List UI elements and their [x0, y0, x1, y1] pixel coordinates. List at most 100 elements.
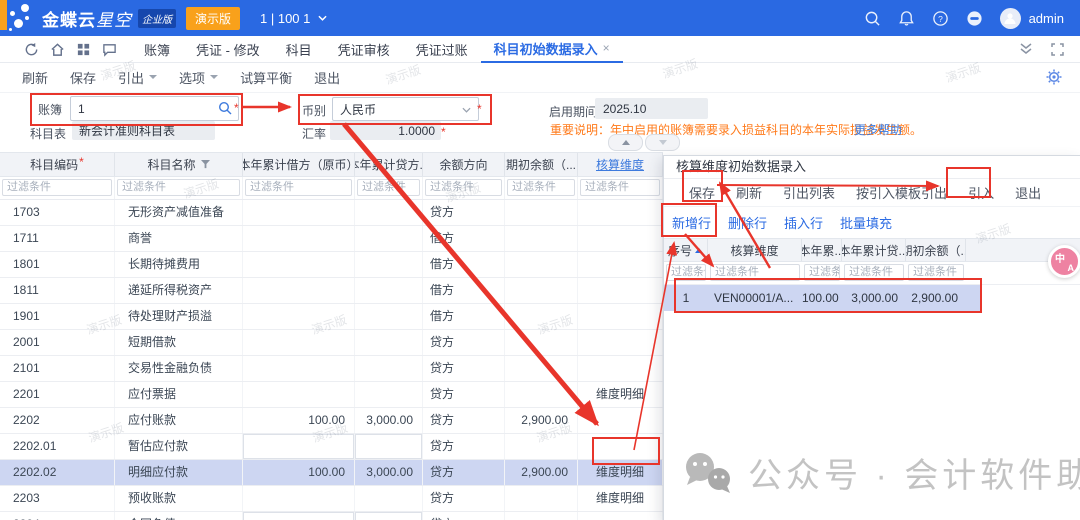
filter-cell[interactable]: 过滤条件	[906, 262, 966, 284]
sync-icon[interactable]	[24, 42, 39, 57]
cell-ytd-debit[interactable]	[243, 330, 355, 355]
cell-account-name[interactable]: 待处理财产损溢	[115, 304, 243, 329]
batch-fill-button[interactable]: 批量填充	[840, 213, 892, 232]
cell-account-name[interactable]: 长期待摊费用	[115, 252, 243, 277]
table-row[interactable]: 1703 无形资产减值准备 贷方	[0, 200, 663, 226]
cell-balance-direction[interactable]: 贷方	[423, 330, 505, 355]
cell-ytd-debit[interactable]: 100.00	[243, 408, 355, 433]
cell-ytd-debit[interactable]	[243, 512, 355, 520]
cell-ytd-debit[interactable]	[243, 304, 355, 329]
cell-opening-balance[interactable]	[505, 226, 578, 251]
cell-account-code[interactable]: 2001	[0, 330, 115, 355]
cell-ytd-debit[interactable]: 100.00	[802, 285, 842, 311]
panel-refresh-button[interactable]: 刷新	[736, 183, 762, 202]
cell-ytd-credit[interactable]	[355, 434, 423, 459]
cell-account-name[interactable]: 应付票据	[115, 382, 243, 407]
gear-icon[interactable]	[1046, 69, 1062, 85]
cell-balance-direction[interactable]: 借方	[423, 226, 505, 251]
table-row[interactable]: 2202.01 暂估应付款 贷方	[0, 434, 663, 460]
table-row[interactable]: 1811 递延所得税资产 借方	[0, 278, 663, 304]
cell-account-code[interactable]: 1711	[0, 226, 115, 251]
bell-icon[interactable]	[898, 10, 915, 27]
fullscreen-icon[interactable]	[1051, 43, 1064, 56]
table-row[interactable]: 2202 应付账款 100.00 3,000.00 贷方 2,900.00	[0, 408, 663, 434]
cell-ytd-debit[interactable]	[243, 356, 355, 381]
tab-accounts[interactable]: 科目	[273, 36, 325, 62]
filter-cell[interactable]: 过滤条件	[578, 177, 663, 199]
table-row[interactable]: 2201 应付票据 贷方 维度明细	[0, 382, 663, 408]
cell-dimension[interactable]: VEN00001/A...	[708, 285, 802, 311]
panel-export-template-button[interactable]: 按引入模板引出	[856, 183, 947, 202]
tab-voucher-audit[interactable]: 凭证审核	[325, 36, 403, 62]
cell-balance-direction[interactable]: 贷方	[423, 356, 505, 381]
panel-save-button[interactable]: 保存	[689, 183, 715, 202]
row-up-button[interactable]	[608, 134, 643, 151]
cell-account-name[interactable]: 预收账款	[115, 486, 243, 511]
cell-balance-direction[interactable]: 借方	[423, 278, 505, 303]
cell-opening-balance[interactable]	[505, 356, 578, 381]
apps-icon[interactable]	[76, 42, 91, 57]
cell-balance-direction[interactable]: 借方	[423, 304, 505, 329]
cell-account-code[interactable]: 2202.01	[0, 434, 115, 459]
dimension-detail-link[interactable]: 维度明细	[578, 486, 663, 511]
col-dimension[interactable]: 核算维度	[578, 153, 663, 176]
cell-account-name[interactable]: 短期借款	[115, 330, 243, 355]
cell-account-name[interactable]: 明细应付款	[115, 460, 243, 485]
table-row[interactable]: 2204 合同负债 贷方	[0, 512, 663, 520]
cell-ytd-credit[interactable]	[355, 512, 423, 520]
collapse-icon[interactable]	[1019, 43, 1033, 56]
filter-cell[interactable]: 过滤条件	[802, 262, 842, 284]
cell-account-code[interactable]: 1801	[0, 252, 115, 277]
cell-opening-balance[interactable]	[505, 434, 578, 459]
cell-ytd-credit[interactable]	[355, 200, 423, 225]
cell-ytd-credit[interactable]	[355, 486, 423, 511]
filter-cell[interactable]: 过滤条件	[842, 262, 906, 284]
cell-balance-direction[interactable]: 贷方	[423, 486, 505, 511]
exit-button[interactable]: 退出	[314, 68, 340, 87]
cell-balance-direction[interactable]: 借方	[423, 252, 505, 277]
cell-account-code[interactable]: 2201	[0, 382, 115, 407]
cell-ytd-credit[interactable]: 3,000.00	[355, 408, 423, 433]
cell-account-name[interactable]: 应付账款	[115, 408, 243, 433]
cell-opening-balance[interactable]	[505, 512, 578, 520]
save-button[interactable]: 保存	[70, 68, 96, 87]
cell-balance-direction[interactable]: 贷方	[423, 382, 505, 407]
options-button[interactable]: 选项	[179, 68, 218, 87]
filter-cell[interactable]: 过滤条件	[423, 177, 505, 199]
filter-icon[interactable]	[201, 160, 210, 169]
dimension-detail-link[interactable]: 维度明细	[578, 382, 663, 407]
table-row[interactable]: 1801 长期待摊费用 借方	[0, 252, 663, 278]
tab-voucher-post[interactable]: 凭证过账	[403, 36, 481, 62]
filter-cell[interactable]: 过滤条件	[243, 177, 355, 199]
cell-ytd-debit[interactable]	[243, 382, 355, 407]
cell-opening-balance[interactable]	[505, 278, 578, 303]
cell-account-code[interactable]: 2204	[0, 512, 115, 520]
org-selector[interactable]: 1 | 100 1	[260, 11, 327, 26]
currency-select[interactable]: 人民币	[332, 97, 479, 121]
username[interactable]: admin	[1029, 11, 1064, 26]
cell-account-name[interactable]: 合同负债	[115, 512, 243, 520]
status-icon[interactable]	[966, 10, 983, 27]
chat-icon[interactable]	[102, 42, 117, 57]
cell-account-name[interactable]: 商誉	[115, 226, 243, 251]
home-icon[interactable]	[50, 42, 65, 57]
cell-account-name[interactable]: 暂估应付款	[115, 434, 243, 459]
cell-ytd-credit[interactable]	[355, 278, 423, 303]
tab-initial-data-entry[interactable]: 科目初始数据录入 ×	[481, 35, 623, 63]
cell-opening-balance[interactable]	[505, 304, 578, 329]
table-row[interactable]: 2203 预收账款 贷方 维度明细	[0, 486, 663, 512]
cell-account-name[interactable]: 递延所得税资产	[115, 278, 243, 303]
book-input[interactable]: 1	[70, 96, 239, 121]
dimension-detail-link[interactable]: 维度明细	[578, 460, 663, 485]
cell-ytd-credit[interactable]: 3,000.00	[842, 285, 906, 311]
filter-cell[interactable]: 过滤条件	[0, 177, 115, 199]
cell-opening-balance[interactable]: 2,900.00	[505, 408, 578, 433]
cell-ytd-credit[interactable]: 3,000.00	[355, 460, 423, 485]
filter-cell[interactable]: 过滤条件	[115, 177, 243, 199]
filter-cell[interactable]: 过滤条件	[355, 177, 423, 199]
cell-opening-balance[interactable]: 2,900.00	[906, 285, 966, 311]
cell-balance-direction[interactable]: 贷方	[423, 434, 505, 459]
table-row[interactable]: 2202.02 明细应付款 100.00 3,000.00 贷方 2,900.0…	[0, 460, 663, 486]
cell-account-name[interactable]: 无形资产减值准备	[115, 200, 243, 225]
delete-row-button[interactable]: 删除行	[728, 213, 767, 232]
